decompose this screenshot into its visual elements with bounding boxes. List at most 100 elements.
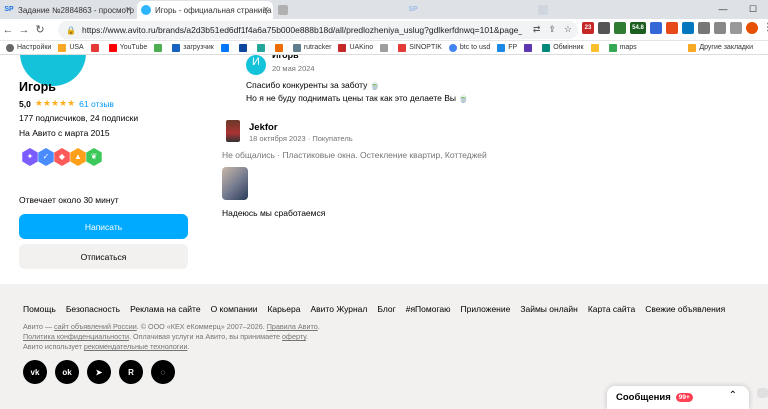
bookmark-settings[interactable]: Настройки xyxy=(6,43,51,52)
menu-icon[interactable]: ⋮ xyxy=(762,22,768,34)
tab-5[interactable] xyxy=(534,1,664,19)
bookmark-17[interactable] xyxy=(524,43,535,52)
footer-link-help[interactable]: Помощь xyxy=(23,304,56,314)
footer-link-sitemap[interactable]: Карта сайта xyxy=(588,304,635,314)
offer-link[interactable]: оферту xyxy=(282,332,306,341)
site-icon xyxy=(542,43,551,52)
extension-icon[interactable] xyxy=(666,22,678,34)
footer-link-security[interactable]: Безопасность xyxy=(66,304,120,314)
rules-link[interactable]: Правила Авито xyxy=(267,322,318,331)
extension-icon[interactable] xyxy=(598,22,610,34)
badge-icon[interactable]: ▲ xyxy=(70,148,86,166)
footer-link-loans[interactable]: Займы онлайн xyxy=(520,304,577,314)
leaf-badge-icon[interactable]: ❦ xyxy=(86,148,102,166)
bookmark-maps[interactable]: maps xyxy=(608,43,637,52)
bookmark-9[interactable] xyxy=(256,43,268,52)
extension-icon[interactable] xyxy=(682,22,694,34)
maximize-icon[interactable]: ☐ xyxy=(738,0,768,19)
bookmark-10[interactable] xyxy=(274,43,286,52)
address-bar: ← → ↻ 🔒 https://www.avito.ru/brands/a2d3… xyxy=(0,19,768,41)
share-icon[interactable]: ⇪ xyxy=(548,24,556,35)
site-icon xyxy=(256,43,265,52)
reply-time-text: Отвечает около 30 минут xyxy=(19,195,119,205)
extensions-row: 23 54.8 ⋮ xyxy=(582,22,768,34)
ltc-icon[interactable]: 54.8 xyxy=(630,22,646,34)
omnibox[interactable]: 🔒 https://www.avito.ru/brands/a2d3b51ed6… xyxy=(58,21,578,39)
puzzle-icon[interactable] xyxy=(698,22,710,34)
messages-widget[interactable]: Сообщения 99+ ⌃ xyxy=(607,386,749,409)
footer-link-career[interactable]: Карьера xyxy=(267,304,300,314)
tab-4[interactable]: SP xyxy=(404,1,534,19)
bookmark-vk[interactable] xyxy=(220,43,232,52)
badge-icon[interactable]: ✦ xyxy=(22,148,38,166)
close-icon[interactable]: ✕ xyxy=(262,5,269,14)
site-icon xyxy=(172,43,181,52)
reply-date: 20 мая 2024 xyxy=(272,64,315,73)
bookmark-downloader[interactable]: загрузчик xyxy=(172,43,214,52)
bookmark-other[interactable]: Другие закладки xyxy=(688,43,753,52)
minimize-icon[interactable]: — xyxy=(708,0,738,19)
chevron-up-icon[interactable]: ⌃ xyxy=(729,390,737,401)
review-photo[interactable] xyxy=(222,167,248,200)
site-icon xyxy=(238,43,247,52)
url-text[interactable]: https://www.avito.ru/brands/a2d3b51ed6df… xyxy=(82,25,522,35)
close-icon[interactable]: ✕ xyxy=(125,5,132,14)
write-message-button[interactable]: Написать xyxy=(19,214,188,239)
rutube-icon[interactable]: R xyxy=(119,360,143,384)
badge-icon[interactable]: ◆ xyxy=(54,148,70,166)
scroll-widget[interactable] xyxy=(757,388,768,398)
footer-link-about[interactable]: О компании xyxy=(211,304,258,314)
reload-icon[interactable]: ↻ xyxy=(32,23,48,36)
forward-icon[interactable]: → xyxy=(16,24,32,36)
legal-link[interactable]: сайт объявлений России xyxy=(54,322,137,331)
footer-link-help-hashtag[interactable]: #яПомогаю xyxy=(406,304,451,314)
site-icon xyxy=(380,43,389,52)
review-tags: Не общались · Пластиковые окна. Остеклен… xyxy=(222,150,487,160)
tab-3[interactable] xyxy=(274,1,404,19)
bookmark-sinoptik[interactable]: SINOPTIK xyxy=(398,43,442,52)
bookmark-rutracker[interactable]: rutracker xyxy=(292,43,331,52)
telegram-icon[interactable]: ➤ xyxy=(87,360,111,384)
bookmark-fp[interactable]: FP xyxy=(497,43,517,52)
folder-icon xyxy=(688,43,697,52)
footer-link-journal[interactable]: Авито Журнал xyxy=(311,304,368,314)
tab-task[interactable]: SP Задание №2884863 - просмотр з ✕ xyxy=(0,1,136,19)
translate-icon[interactable]: ⇄ xyxy=(533,24,541,35)
recommendation-link[interactable]: рекомендательные технологии xyxy=(84,342,188,351)
bookmark-usa[interactable]: USA xyxy=(58,43,84,52)
odnoklassniki-icon[interactable]: ok xyxy=(55,360,79,384)
bookmark-13[interactable] xyxy=(380,43,391,52)
extension-icon[interactable]: 23 xyxy=(582,22,594,34)
back-icon[interactable]: ← xyxy=(0,24,16,36)
reviewer-avatar xyxy=(226,120,240,142)
check-badge-icon[interactable]: ✓ xyxy=(38,148,54,166)
privacy-link[interactable]: Политика конфиденциальности xyxy=(23,332,129,341)
bookmark-star-icon[interactable]: ☆ xyxy=(564,24,572,35)
footer-link-ads[interactable]: Реклама на сайте xyxy=(130,304,201,314)
footer-link-app[interactable]: Приложение xyxy=(460,304,510,314)
bookmark-8[interactable] xyxy=(238,43,250,52)
bookmark-btc[interactable]: btc to usd xyxy=(448,43,490,52)
footer-link-fresh[interactable]: Свежие объявления xyxy=(645,304,725,314)
bookmark-5[interactable] xyxy=(154,43,165,52)
bookmark-uakino[interactable]: UAKino xyxy=(338,43,373,52)
youtube-icon xyxy=(108,43,117,52)
site-icon xyxy=(497,43,506,52)
extension-icon[interactable] xyxy=(614,22,626,34)
reviews-link[interactable]: 61 отзыв xyxy=(79,99,114,109)
dzen-icon[interactable]: ◌ xyxy=(151,360,175,384)
extension-icon[interactable] xyxy=(650,22,662,34)
bookmark-3[interactable] xyxy=(90,43,102,52)
bookmark-exchanger[interactable]: Обмінник xyxy=(542,43,584,52)
unsubscribe-button[interactable]: Отписаться xyxy=(19,244,188,269)
tab-label: Задание №2884863 - просмотр з xyxy=(18,5,136,15)
tab-avito-igor[interactable]: Игорь - официальная страница п ✕ xyxy=(137,1,273,19)
download-icon[interactable] xyxy=(714,22,726,34)
profile-avatar[interactable] xyxy=(746,22,758,34)
bookmark-19[interactable] xyxy=(590,43,602,52)
footer-link-blog[interactable]: Блог xyxy=(377,304,395,314)
bookmark-youtube[interactable]: YouTube xyxy=(108,43,147,52)
footer-links: Помощь Безопасность Реклама на сайте О к… xyxy=(23,304,735,314)
vk-icon[interactable]: vk xyxy=(23,360,47,384)
sidebar-icon[interactable] xyxy=(730,22,742,34)
